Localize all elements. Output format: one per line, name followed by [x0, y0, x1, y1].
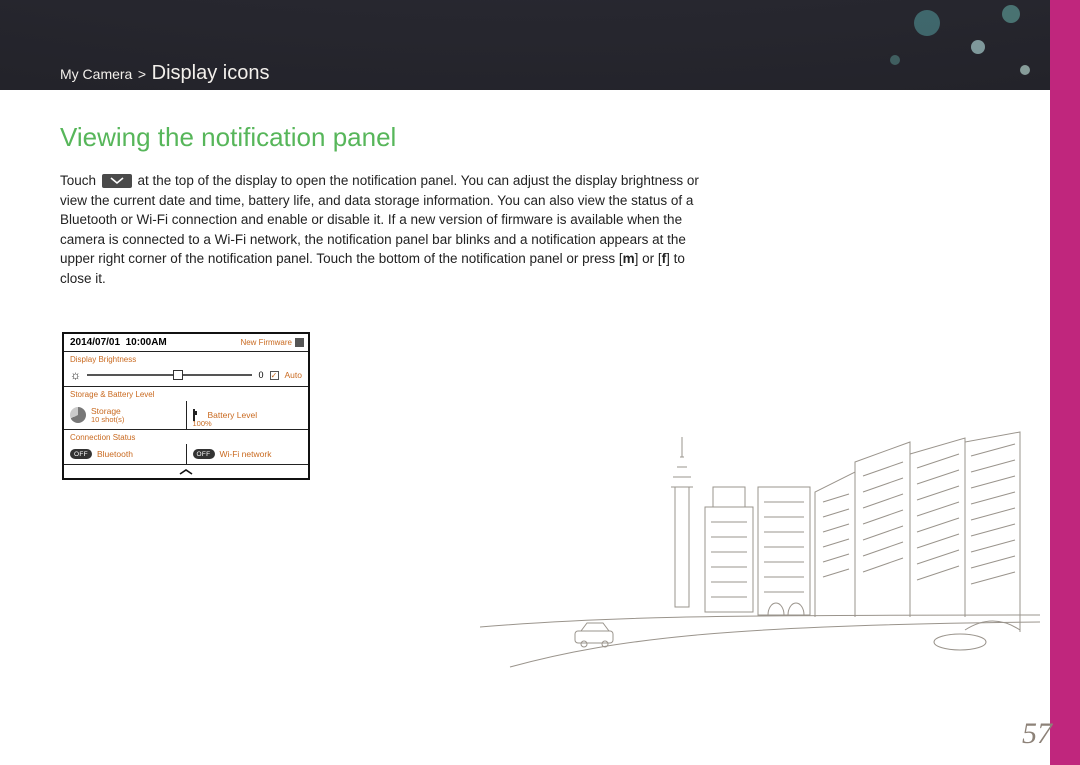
bluetooth-label: Bluetooth: [97, 449, 133, 459]
section-label-storage: Storage & Battery Level: [64, 387, 308, 401]
body-paragraph: Touch at the top of the display to open …: [60, 171, 720, 288]
storage-cell[interactable]: Storage 10 shot(s): [64, 401, 186, 429]
brightness-value: 0: [258, 370, 263, 380]
wifi-cell[interactable]: OFF Wi-Fi network: [186, 444, 309, 464]
key-m: m: [623, 251, 635, 266]
breadcrumb-section: My Camera: [60, 66, 132, 82]
body-text-mid: ] or [: [635, 251, 662, 266]
chevron-up-icon: [178, 468, 194, 476]
tab-strip: [1050, 0, 1080, 765]
section-label-connection: Connection Status: [64, 430, 308, 444]
chevron-down-icon: [102, 174, 132, 188]
bokeh-dot: [1002, 5, 1020, 23]
notification-panel: 2014/07/01 10:00AM New Firmware Display …: [62, 332, 310, 480]
storage-sub: 10 shot(s): [91, 416, 124, 424]
body-text-post: at the top of the display to open the no…: [60, 173, 699, 266]
breadcrumb: My Camera > Display icons: [60, 62, 270, 85]
breadcrumb-sep: >: [138, 66, 146, 82]
panel-date: 2014/07/01 10:00AM: [64, 337, 167, 348]
wifi-toggle[interactable]: OFF: [193, 449, 215, 459]
bokeh-dot: [971, 40, 985, 54]
brightness-icon: ☼: [70, 368, 81, 382]
bokeh-dot: [890, 55, 900, 65]
bokeh-dot: [914, 10, 940, 36]
battery-label: Battery Level: [208, 410, 258, 420]
new-firmware-indicator[interactable]: New Firmware: [240, 338, 308, 347]
wifi-label: Wi-Fi network: [220, 449, 272, 459]
bluetooth-toggle[interactable]: OFF: [70, 449, 92, 459]
bokeh-dot: [1020, 65, 1030, 75]
storage-pie-icon: [70, 407, 86, 423]
auto-label: Auto: [285, 370, 303, 380]
breadcrumb-page: Display icons: [152, 62, 270, 84]
auto-checkbox[interactable]: ✓: [270, 371, 279, 380]
bluetooth-cell[interactable]: OFF Bluetooth: [64, 444, 186, 464]
panel-close-handle[interactable]: [64, 464, 308, 478]
page-title: Viewing the notification panel: [60, 122, 720, 153]
body-text-pre: Touch: [60, 173, 100, 188]
cityscape-illustration: [480, 407, 1040, 687]
download-icon: [295, 338, 304, 347]
page-number: 57: [1022, 717, 1052, 751]
battery-cell[interactable]: 100% Battery Level: [186, 401, 309, 429]
battery-pct: 100%: [193, 420, 212, 428]
section-label-brightness: Display Brightness: [64, 352, 308, 366]
brightness-slider[interactable]: [87, 374, 252, 376]
